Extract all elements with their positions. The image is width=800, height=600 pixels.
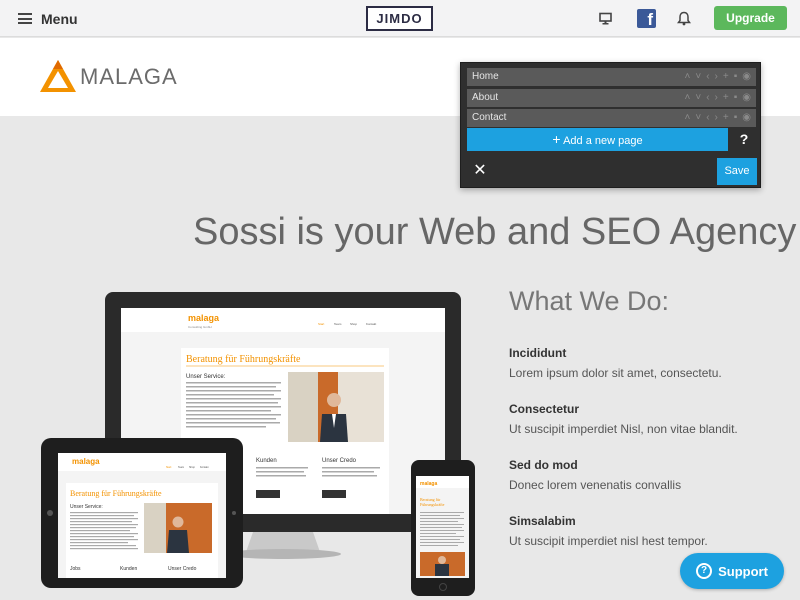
nav-page-home[interactable]: Home ˄ ˅ ‹ › + ▪ ◉ [467,68,756,86]
svg-text:Shop: Shop [189,466,195,469]
plus-icon: + [552,131,561,147]
service-desc: Lorem ipsum dolor sit amet, consectetu. [509,366,722,380]
tablet-mockup: malaga Start Team Shop Kontakt Beratung … [41,438,243,588]
visibility-icon[interactable]: ◉ [742,68,751,86]
nav-page-label: Home [472,71,499,82]
mockup-brand: malaga [188,313,220,323]
move-up-icon[interactable]: ˄ [685,89,691,107]
tablet-heading: Beratung für Führungskräfte [70,489,162,498]
monitor-icon[interactable] [599,12,612,25]
svg-text:Kontakt: Kontakt [200,466,209,469]
menu-label: Menu [41,10,78,27]
add-subpage-icon[interactable]: + [723,89,729,107]
save-button[interactable]: Save [717,158,757,185]
svg-text:Consulting GmbH: Consulting GmbH [188,325,212,329]
mockup-subheading: Unser Service: [186,374,226,380]
malaga-logo[interactable]: MALAGA [38,58,178,96]
add-subpage-icon[interactable]: + [723,109,729,127]
support-label: Support [718,563,768,579]
facebook-icon[interactable]: f [637,9,656,28]
hamburger-icon [18,13,32,24]
outdent-icon[interactable]: ‹ [706,68,709,86]
svg-text:Start: Start [318,322,325,326]
visibility-icon[interactable]: ◉ [742,89,751,107]
bell-icon[interactable] [677,11,691,26]
svg-text:Start: Start [166,466,172,469]
service-title: Incididunt [509,346,567,360]
svg-text:Team: Team [178,466,184,469]
malaga-logo-mark-icon [40,60,76,92]
tablet-col0: Jobs [70,566,81,572]
device-mockup-image: malaga Consulting GmbH Start Team Shop K… [41,292,475,596]
svg-text:Shop: Shop [350,322,357,326]
mockup-col1: Kunden [256,458,277,464]
move-up-icon[interactable]: ˄ [685,68,691,86]
phone-mockup: malaga Beratung für Führungskräfte [411,460,475,596]
service-item: Consectetur Ut suscipit imperdiet Nisl, … [509,402,779,436]
service-desc: Ut suscipit imperdiet nisl hest tempor. [509,534,708,548]
service-item: Incididunt Lorem ipsum dolor sit amet, c… [509,346,779,380]
move-down-icon[interactable]: ˅ [695,68,701,86]
jimdo-logo[interactable]: JIMDO [366,6,433,31]
svg-text:Führungskräfte: Führungskräfte [420,502,445,507]
nav-row-controls: ˄ ˅ ‹ › + ▪ ◉ [685,109,752,127]
navigation-editor-panel: Home ˄ ˅ ‹ › + ▪ ◉ About ˄ ˅ ‹ › + ▪ ◉ Contact ˄ ˅ ‹ › +… [460,62,761,188]
nav-page-label: About [472,92,499,103]
move-up-icon[interactable]: ˄ [685,109,691,127]
svg-text:malaga: malaga [420,481,437,487]
tablet-subheading: Unser Service: [70,504,103,510]
move-down-icon[interactable]: ˅ [695,109,701,127]
indent-icon[interactable]: › [715,109,718,127]
mockup-heading: Beratung für Führungskräfte [186,354,301,365]
service-title: Sed do mod [509,458,578,472]
nav-page-label: Contact [472,112,507,123]
service-title: Consectetur [509,402,580,416]
service-item: Simsalabim Ut suscipit imperdiet nisl he… [509,514,779,548]
add-page-label: Add a new page [563,135,643,147]
upgrade-button[interactable]: Upgrade [714,6,787,30]
service-title: Simsalabim [509,514,576,528]
outdent-icon[interactable]: ‹ [706,89,709,107]
help-button[interactable]: ? [732,128,756,151]
nav-row-controls: ˄ ˅ ‹ › + ▪ ◉ [685,68,752,86]
svg-text:Team: Team [334,322,342,326]
editor-topbar: Menu JIMDO f Upgrade [0,0,800,37]
service-desc: Donec lorem venenatis convallis [509,478,682,492]
help-circle-icon: ? [696,563,713,579]
page-headline: Sossi is your Web and SEO Agency [193,211,797,253]
indent-icon[interactable]: › [715,68,718,86]
nav-row-controls: ˄ ˅ ‹ › + ▪ ◉ [685,89,752,107]
close-icon[interactable]: ✕ [471,161,489,179]
service-item: Sed do mod Donec lorem venenatis convall… [509,458,779,492]
svg-text:Kontakt: Kontakt [366,322,376,326]
delete-icon[interactable]: ▪ [734,89,738,107]
malaga-logo-text: MALAGA [80,64,178,89]
tablet-col1: Kunden [120,566,137,572]
move-down-icon[interactable]: ˅ [695,89,701,107]
tablet-col2: Unser Credo [168,566,197,572]
add-subpage-icon[interactable]: + [723,68,729,86]
delete-icon[interactable]: ▪ [734,68,738,86]
add-page-button[interactable]: + Add a new page [467,128,728,151]
service-desc: Ut suscipit imperdiet Nisl, non vitae bl… [509,422,738,436]
menu-button[interactable]: Menu [18,10,78,27]
tablet-brand: malaga [72,457,100,466]
nav-page-contact[interactable]: Contact ˄ ˅ ‹ › + ▪ ◉ [467,109,756,127]
delete-icon[interactable]: ▪ [734,109,738,127]
visibility-icon[interactable]: ◉ [742,109,751,127]
outdent-icon[interactable]: ‹ [706,109,709,127]
nav-page-about[interactable]: About ˄ ˅ ‹ › + ▪ ◉ [467,89,756,107]
section-title: What We Do: [509,286,670,316]
mockup-col2: Unser Credo [322,458,357,464]
support-button[interactable]: ? Support [680,553,784,589]
indent-icon[interactable]: › [715,89,718,107]
